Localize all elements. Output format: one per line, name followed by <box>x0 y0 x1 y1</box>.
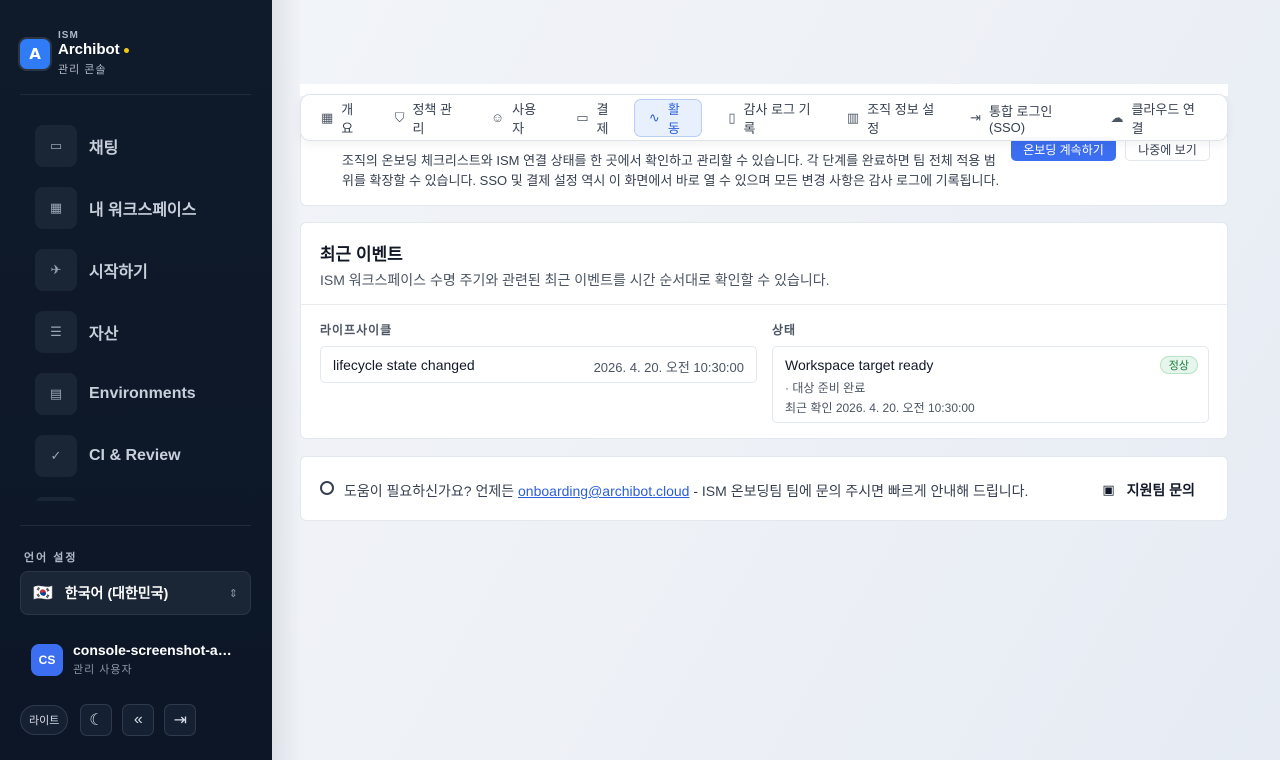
help-card: 도움이 필요하신가요? 언제든 onboarding@archibot.clou… <box>300 456 1228 521</box>
building-icon: ▥ <box>846 109 860 125</box>
language-label: 언어 설정 <box>24 552 78 564</box>
tab-label: 결제 <box>596 101 609 136</box>
brand-subtitle: 관리 콘솔 <box>58 64 107 76</box>
sidebar-item-label: CI & Review <box>89 447 181 464</box>
tab-label: 사용자 <box>512 101 537 136</box>
users-icon: ☺ <box>490 110 505 125</box>
tab[interactable]: ⇥ 통합 로그인(SSO) <box>966 99 1080 137</box>
sidebar-item[interactable]: ☰ 자산 <box>35 311 235 353</box>
sidebar-item[interactable]: ▦ 내 워크스페이스 <box>35 187 235 229</box>
grid-icon: ▦ <box>35 187 77 229</box>
activity-icon: ∿ <box>648 109 660 125</box>
card-icon: ▭ <box>576 109 589 125</box>
sidebar-item-label: 시작하기 <box>89 264 148 281</box>
sidebar-item-label: 내 워크스페이스 <box>89 202 197 219</box>
sidebar-item[interactable]: ▭ 채팅 <box>35 125 235 167</box>
sidebar-nav: ▭ 채팅 ▦ 내 워크스페이스 ✈ 시작하기 ☰ 자산 ▤ Environments ✓ CI & R… <box>35 125 235 501</box>
support-email-link[interactable]: onboarding@archibot.cloud <box>518 483 689 499</box>
grid-icon: ▦ <box>321 109 334 125</box>
flag-icon: 🇰🇷 <box>33 585 53 602</box>
workspace-status-title: Workspace target ready <box>785 357 934 373</box>
lifecycle-label: 라이프사이클 <box>320 323 393 337</box>
events-card: 최근 이벤트 ISM 워크스페이스 수명 주기와 관련된 최근 이벤트를 시간 … <box>300 222 1228 439</box>
logout-icon[interactable]: ⇥ <box>164 704 197 736</box>
status-badge: 정상 <box>1159 356 1198 374</box>
tab[interactable]: ▯ 감사 로그 기록 <box>724 99 817 137</box>
sidebar-item-label: 채팅 <box>89 140 119 157</box>
workspace-status-detail: · 대상 준비 완료 <box>785 381 866 395</box>
tab-label: 통합 로그인(SSO) <box>988 103 1053 135</box>
tab[interactable]: ⛉ 정책 관리 <box>391 99 461 137</box>
check-circle-icon: ✓ <box>35 435 77 477</box>
database-icon: ☰ <box>35 311 77 353</box>
events-title: 최근 이벤트 <box>320 245 403 264</box>
tab-label: 활동 <box>667 101 680 136</box>
tab[interactable]: ☁ 클라우드 연결 <box>1106 99 1201 137</box>
tab[interactable]: ▥ 조직 정보 설정 <box>843 99 940 137</box>
chevron-updown-icon: ⇕ <box>228 587 238 600</box>
archibot-logo-icon: A <box>20 39 50 69</box>
user-role: 관리 사용자 <box>73 664 133 676</box>
login-icon: ⇥ <box>970 109 981 125</box>
tab-label: 정책 관리 <box>412 101 452 136</box>
cloud-icon: ☁ <box>1110 109 1124 125</box>
tab[interactable]: ☺ 사용자 <box>487 99 546 137</box>
shield-icon: ⛉ <box>394 109 405 125</box>
tab-label: 조직 정보 설정 <box>867 101 935 136</box>
sidebar-divider <box>20 94 251 95</box>
event-time: 2026. 4. 20. 오전 10:30:00 <box>593 360 744 375</box>
tab-label: 감사 로그 기록 <box>743 101 811 136</box>
theme-pill-button[interactable]: 라이트 <box>20 705 69 735</box>
event-row[interactable]: lifecycle state changed 2026. 4. 20. 오전 … <box>320 346 757 383</box>
receipt-icon: ▯ <box>728 109 736 125</box>
collapse-sidebar-icon[interactable]: « <box>122 704 155 736</box>
workspace-status-row[interactable]: Workspace target ready 정상 · 대상 준비 완료 최근 … <box>772 346 1209 423</box>
rocket-icon: ✈ <box>35 249 77 291</box>
brand-tag: ISM <box>58 30 79 41</box>
status-label: 상태 <box>772 323 797 337</box>
chat-icon: ▭ <box>35 125 77 167</box>
sidebar-footer: 라이트 ☾ « ⇥ <box>20 704 206 736</box>
tab-label: 클라우드 연결 <box>1131 101 1195 136</box>
more-icon <box>35 497 77 501</box>
brand-name: Archibot <box>58 41 129 59</box>
user-profile[interactable]: CS console-screenshot-admin 관리 사용자 <box>31 642 233 677</box>
event-name: lifecycle state changed <box>333 357 475 373</box>
tab[interactable]: ∿ 활동 <box>633 98 703 137</box>
sidebar-shadow <box>272 0 302 760</box>
sidebar-item-label: Environments <box>89 385 196 402</box>
sidebar-item[interactable]: ✓ CI & Review <box>35 435 235 477</box>
contact-support-button[interactable]: ▣ 지원팀 문의 <box>1102 480 1195 500</box>
language-value: 한국어 (대한민국) <box>64 585 169 601</box>
sidebar: A ISM Archibot 관리 콘솔 ▭ 채팅 ▦ 내 워크스페이스 ✈ 시작하기 ☰ 자… <box>0 0 272 760</box>
status-dot-icon <box>123 47 129 53</box>
sidebar-item-more[interactable] <box>35 497 235 501</box>
sidebar-item[interactable]: ✈ 시작하기 <box>35 249 235 291</box>
brand[interactable]: A ISM Archibot 관리 콘솔 <box>20 30 129 77</box>
briefcase-icon: ▣ <box>1102 482 1115 497</box>
avatar: CS <box>31 643 63 676</box>
user-name: console-screenshot-admin <box>73 642 233 658</box>
onboarding-description: 조직의 온보딩 체크리스트와 ISM 연결 상태를 한 곳에서 확인하고 관리할… <box>342 153 1000 188</box>
tab[interactable]: ▭ 결제 <box>572 99 620 137</box>
moon-icon[interactable]: ☾ <box>80 704 113 736</box>
tab[interactable]: ▦ 개요 <box>317 99 365 137</box>
language-select[interactable]: 🇰🇷 한국어 (대한민국) ⇕ <box>20 571 251 615</box>
workspace-status-time: 최근 확인 2026. 4. 20. 오전 10:30:00 <box>785 401 975 415</box>
server-icon: ▤ <box>35 373 77 415</box>
lifebuoy-icon <box>320 481 334 495</box>
tab-label: 개요 <box>341 101 354 136</box>
onboarding-card: 조직의 온보딩 체크리스트와 ISM 연결 상태를 한 곳에서 확인하고 관리할… <box>300 130 1228 206</box>
sidebar-item[interactable]: ▤ Environments <box>35 373 235 415</box>
tab-bar: ▦ 개요 ⛉ 정책 관리 ☺ 사용자 ▭ 결제 ∿ 활동 ▯ 감사 로그 기록 ▥ 조직 정보 설정 ⇥ 통합… <box>300 94 1228 141</box>
sidebar-divider <box>20 525 251 526</box>
events-description: ISM 워크스페이스 수명 주기와 관련된 최근 이벤트를 시간 순서대로 확인… <box>320 272 830 288</box>
sidebar-item-label: 자산 <box>89 326 119 343</box>
divider <box>301 304 1227 305</box>
help-text: 도움이 필요하신가요? 언제든 onboarding@archibot.clou… <box>344 483 1029 499</box>
